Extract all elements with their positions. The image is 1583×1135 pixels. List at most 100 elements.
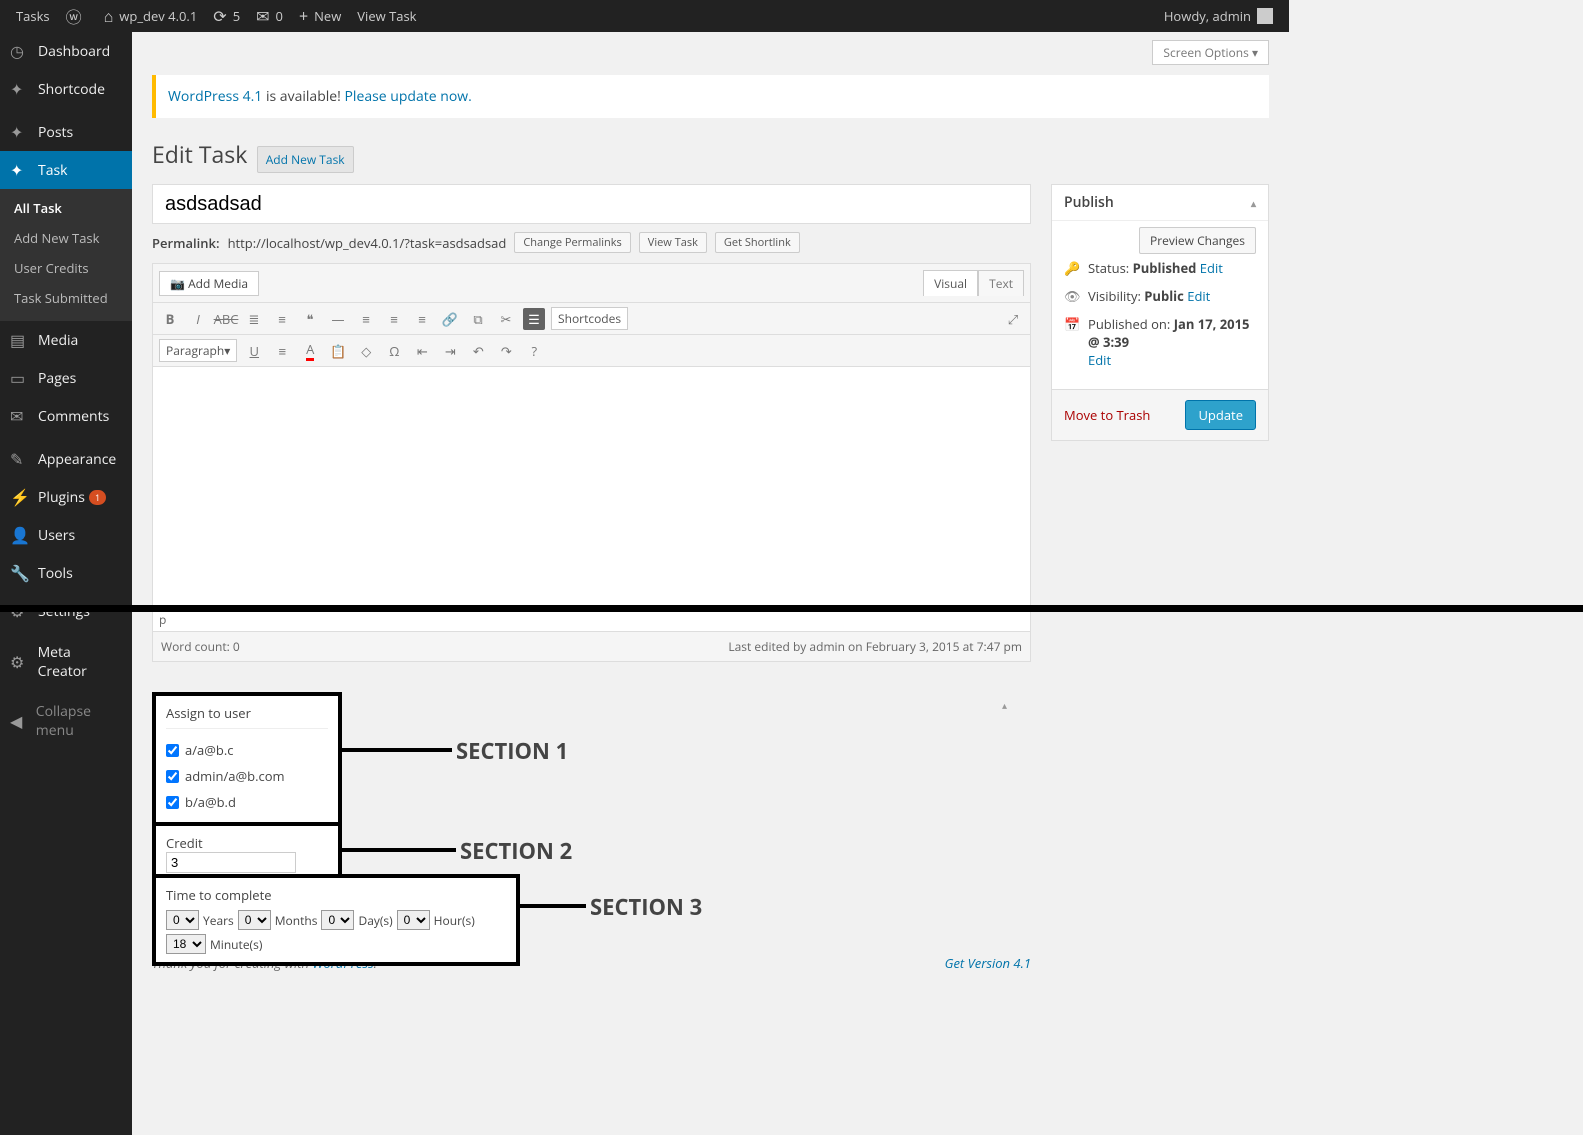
- eye-icon: 👁: [1064, 287, 1080, 305]
- sidebar-item-appearance[interactable]: ✎Appearance: [0, 440, 132, 478]
- assign-user-box: Assign to user a/a@b.c admin/a@b.com b/a…: [152, 692, 342, 827]
- main-content: Screen Options ▾ WordPress 4.1 is availa…: [132, 32, 1289, 994]
- adminbar-new[interactable]: +New: [291, 0, 349, 32]
- redo-icon[interactable]: ↷: [495, 340, 517, 362]
- justify-icon[interactable]: ≡: [271, 340, 293, 362]
- view-task-button[interactable]: View Task: [639, 232, 707, 253]
- clearformat-icon[interactable]: ◇: [355, 340, 377, 362]
- credit-heading: Credit: [166, 834, 328, 852]
- alignright-icon[interactable]: ≡: [411, 308, 433, 330]
- months-select[interactable]: 0: [238, 910, 271, 930]
- sidebar-sub-submitted[interactable]: Task Submitted: [0, 283, 132, 313]
- ul-icon[interactable]: ≣: [243, 308, 265, 330]
- shortcodes-button[interactable]: Shortcodes: [551, 307, 628, 330]
- sidebar-sub-credits[interactable]: User Credits: [0, 253, 132, 283]
- credit-input[interactable]: [166, 852, 296, 873]
- permalink-label: Permalink:: [152, 234, 220, 252]
- section2-label: SECTION 2: [460, 836, 572, 866]
- underline-icon[interactable]: U: [243, 340, 265, 362]
- nag-link-update[interactable]: Please update now.: [345, 87, 472, 106]
- hr-icon[interactable]: —: [327, 308, 349, 330]
- pin-icon: ✦: [10, 121, 30, 143]
- sidebar-item-media[interactable]: ▤Media: [0, 321, 132, 359]
- assign-check-3[interactable]: [166, 796, 179, 809]
- comment-icon: ✉: [256, 5, 269, 27]
- word-count: Word count: 0: [161, 638, 240, 655]
- edit-status-link[interactable]: Edit: [1200, 259, 1223, 277]
- more-icon[interactable]: ✂: [495, 308, 517, 330]
- publish-toggle-icon[interactable]: ▴: [1251, 196, 1256, 210]
- change-permalinks-button[interactable]: Change Permalinks: [514, 232, 630, 253]
- sidebar-item-pages[interactable]: ▭Pages: [0, 359, 132, 397]
- minutes-select[interactable]: 18: [166, 934, 206, 954]
- textcolor-icon[interactable]: A: [299, 340, 321, 362]
- link-icon[interactable]: 🔗: [439, 308, 461, 330]
- permalink-row: Permalink: http://localhost/wp_dev4.0.1/…: [152, 232, 1031, 253]
- days-select[interactable]: 0: [321, 910, 354, 930]
- assign-check-2[interactable]: [166, 770, 179, 783]
- admin-bar: Tasks ⓦ ⌂wp_dev 4.0.1 ⟳5 ✉0 +New View Ta…: [0, 0, 1289, 32]
- home-icon: ⌂: [104, 5, 114, 27]
- strike-icon[interactable]: ABC: [215, 308, 237, 330]
- adminbar-updates[interactable]: ⟳5: [205, 0, 248, 32]
- assign-check-1[interactable]: [166, 744, 179, 757]
- wp-logo-icon[interactable]: ⓦ: [58, 0, 96, 32]
- sidebar-item-meta[interactable]: ⚙Meta Creator: [0, 635, 132, 689]
- kitchen-sink-icon[interactable]: ☰: [523, 308, 545, 330]
- sidebar-item-tools[interactable]: 🔧Tools: [0, 554, 132, 592]
- sidebar-collapse[interactable]: ◀Collapse menu: [0, 694, 132, 748]
- ol-icon[interactable]: ≡: [271, 308, 293, 330]
- undo-icon[interactable]: ↶: [467, 340, 489, 362]
- sidebar-item-users[interactable]: 👤Users: [0, 516, 132, 554]
- preview-changes-button[interactable]: Preview Changes: [1139, 227, 1256, 254]
- move-to-trash-link[interactable]: Move to Trash: [1064, 406, 1150, 424]
- edit-date-link[interactable]: Edit: [1088, 351, 1111, 369]
- aligncenter-icon[interactable]: ≡: [383, 308, 405, 330]
- sidebar-item-shortcode[interactable]: ✦Shortcode: [0, 70, 132, 108]
- tab-visual[interactable]: Visual: [923, 270, 978, 296]
- outdent-icon[interactable]: ⇤: [411, 340, 433, 362]
- divider-bar: [0, 605, 1583, 612]
- hours-select[interactable]: 0: [397, 910, 430, 930]
- sidebar-sub-alltask[interactable]: All Task: [0, 193, 132, 223]
- sidebar-sub-addtask[interactable]: Add New Task: [0, 223, 132, 253]
- adminbar-viewtask[interactable]: View Task: [349, 0, 424, 32]
- sidebar-item-plugins[interactable]: ⚡Plugins1: [0, 478, 132, 516]
- specialchar-icon[interactable]: Ω: [383, 340, 405, 362]
- unlink-icon[interactable]: ⧉: [467, 308, 489, 330]
- alignleft-icon[interactable]: ≡: [355, 308, 377, 330]
- get-shortlink-button[interactable]: Get Shortlink: [715, 232, 800, 253]
- nag-link-version[interactable]: WordPress 4.1: [168, 87, 262, 106]
- adminbar-site[interactable]: ⌂wp_dev 4.0.1: [96, 0, 206, 32]
- gear-icon: ⚙: [10, 651, 30, 673]
- meta-collapse-icon[interactable]: ▴: [1002, 698, 1007, 712]
- section3-label: SECTION 3: [590, 892, 702, 922]
- tab-text[interactable]: Text: [978, 270, 1024, 296]
- paragraph-select[interactable]: Paragraph▾: [159, 339, 237, 362]
- footer-version-link[interactable]: Get Version 4.1: [945, 954, 1031, 972]
- adminbar-comments[interactable]: ✉0: [248, 0, 291, 32]
- fullscreen-icon[interactable]: ⤢: [1002, 308, 1024, 330]
- add-media-button[interactable]: 📷 Add Media: [159, 271, 259, 296]
- page-title: Edit Task: [152, 138, 247, 170]
- help-icon[interactable]: ?: [523, 340, 545, 362]
- editor-canvas[interactable]: [153, 367, 1030, 607]
- publish-box: Publish▴ Preview Changes 🔑Status: Publis…: [1051, 184, 1269, 441]
- bold-icon[interactable]: B: [159, 308, 181, 330]
- sidebar-item-task[interactable]: ✦Task: [0, 151, 132, 189]
- add-new-task-button[interactable]: Add New Task: [257, 146, 354, 173]
- quote-icon[interactable]: ❝: [299, 308, 321, 330]
- sidebar-item-comments[interactable]: ✉Comments: [0, 397, 132, 435]
- italic-icon[interactable]: I: [187, 308, 209, 330]
- sidebar-item-dashboard[interactable]: ◷Dashboard: [0, 32, 132, 70]
- sidebar-item-posts[interactable]: ✦Posts: [0, 113, 132, 151]
- adminbar-howdy[interactable]: Howdy, admin: [1156, 0, 1281, 32]
- screen-options-button[interactable]: Screen Options ▾: [1152, 40, 1269, 65]
- indent-icon[interactable]: ⇥: [439, 340, 461, 362]
- adminbar-tasks[interactable]: Tasks: [8, 0, 58, 32]
- update-button[interactable]: Update: [1185, 400, 1256, 430]
- post-title-input[interactable]: [152, 184, 1031, 224]
- pastetext-icon[interactable]: 📋: [327, 340, 349, 362]
- edit-visibility-link[interactable]: Edit: [1187, 287, 1210, 305]
- years-select[interactable]: 0: [166, 910, 199, 930]
